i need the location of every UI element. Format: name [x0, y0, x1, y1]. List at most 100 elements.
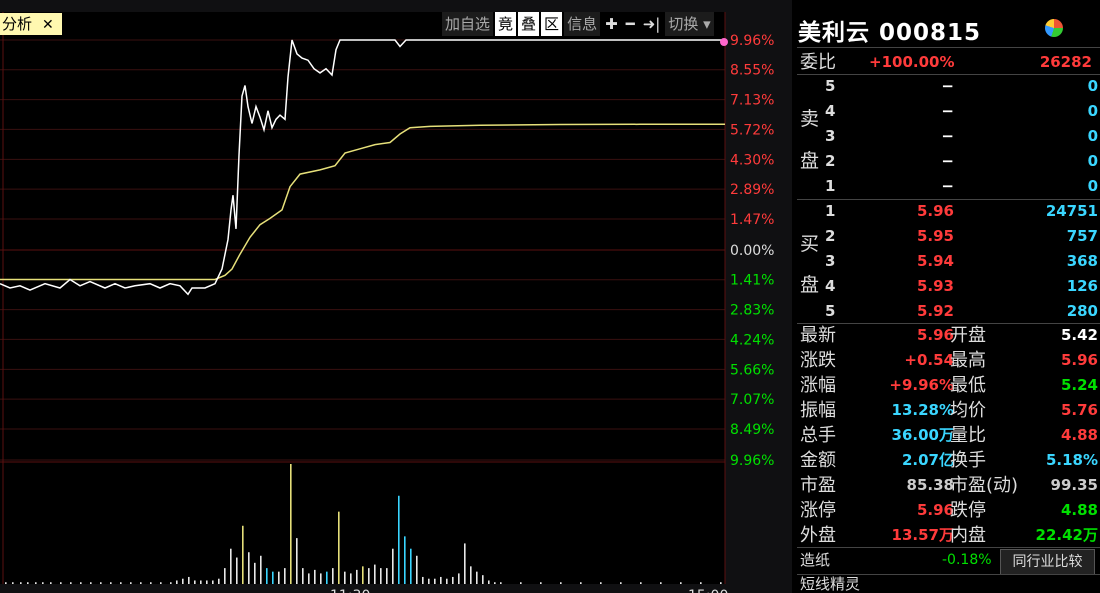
volume-bar: [212, 580, 214, 584]
sell-order-row: 2 − 0: [792, 149, 1100, 174]
volume-bar: [5, 582, 7, 584]
volume-bar: [236, 557, 238, 584]
buy-price: 5.95: [916, 227, 954, 245]
buy-price: 5.92: [916, 302, 954, 320]
volume-bar: [600, 582, 602, 584]
stat-label: 内盘: [950, 525, 986, 546]
sell-level: 2: [825, 152, 836, 170]
sell-order-row: 4 − 0: [792, 99, 1100, 124]
stat-value: 5.96: [916, 326, 954, 344]
stat-value: 5.76: [1060, 401, 1098, 419]
volume-bar: [660, 582, 662, 584]
stat-label: 跌停: [950, 500, 986, 521]
toolbar-info-button[interactable]: 信息: [564, 12, 601, 36]
sell-order-row: 3 − 0: [792, 124, 1100, 149]
buy-price: 5.94: [916, 252, 954, 270]
volume-bar: [386, 568, 388, 584]
volume-bar: [640, 582, 642, 584]
volume-bar: [332, 568, 334, 584]
stat-row: 市盈 85.38 市盈(动) 99.35: [792, 473, 1100, 498]
y-axis-label: 5.66%: [730, 362, 774, 378]
stat-label: 最高: [950, 350, 986, 371]
buy-order-row: 5 5.92 280: [792, 299, 1100, 324]
volume-bar: [452, 576, 454, 584]
volume-bar: [170, 582, 172, 584]
volume-bar: [182, 578, 184, 584]
toolbar-zoom-out-button[interactable]: ━: [622, 12, 638, 36]
stat-label: 换手: [950, 450, 986, 471]
close-icon[interactable]: ✕: [42, 17, 54, 33]
toolbar-switch-button[interactable]: 切换 ▾: [665, 12, 714, 36]
short-term-signal-tab[interactable]: 短线精灵: [800, 575, 860, 593]
stat-label: 最低: [950, 375, 986, 396]
sell-price: −: [941, 152, 954, 170]
toolbar-overlay-button[interactable]: 叠: [518, 12, 540, 36]
buy-price: 5.93: [916, 277, 954, 295]
y-axis-label: 1.47%: [730, 212, 774, 228]
y-axis-label: 8.55%: [730, 63, 774, 79]
volume-bar: [700, 582, 702, 584]
commission-diff: 26282: [1039, 53, 1092, 71]
stat-label: 均价: [950, 400, 986, 421]
buy-volume: 757: [1066, 227, 1098, 245]
volume-bar: [374, 564, 376, 584]
volume-bar: [70, 582, 72, 584]
sell-price: −: [941, 177, 954, 195]
volume-bar: [620, 582, 622, 584]
volume-bar: [428, 578, 430, 584]
sell-volume: 0: [1087, 102, 1098, 120]
buy-level: 5: [825, 302, 836, 320]
sell-price: −: [941, 127, 954, 145]
volume-bar: [362, 566, 364, 584]
toolbar-jump-end-button[interactable]: ➜|: [639, 12, 664, 36]
y-axis-label: 9.96%: [730, 453, 774, 469]
industry-compare-button[interactable]: 同行业比较: [1000, 549, 1095, 575]
analysis-tab[interactable]: 分析 ✕: [0, 13, 62, 35]
y-axis-label: 4.24%: [730, 332, 774, 348]
stat-value: 4.88: [1060, 426, 1098, 444]
stat-value: 5.96: [1060, 351, 1098, 369]
volume-bar: [27, 582, 29, 584]
stat-row: 外盘 13.57万 内盘 22.42万: [792, 523, 1100, 548]
buy-level: 2: [825, 227, 836, 245]
pie-chart-icon[interactable]: [1045, 19, 1063, 37]
buy-level: 3: [825, 252, 836, 270]
buy-volume: 24751: [1045, 202, 1098, 220]
volume-bar: [230, 548, 232, 584]
volume-bar: [194, 580, 196, 584]
x-axis-label: 15:00: [688, 588, 728, 593]
stat-value: 5.24: [1060, 376, 1098, 394]
stat-label: 市盈(动): [950, 475, 1019, 496]
volume-bar: [224, 568, 226, 584]
stat-value: 5.18%: [1045, 451, 1098, 469]
sell-order-row: 5 − 0: [792, 74, 1100, 99]
stat-label: 开盘: [950, 325, 986, 346]
intraday-chart[interactable]: 9.96% 8.55% 7.13% 5.72% 4.30% 2.89% 1.47% 0.00%…: [0, 0, 792, 593]
toolbar-add-watchlist-button[interactable]: 加自选: [442, 12, 494, 36]
y-axis-label: 0.00%: [730, 243, 774, 259]
sell-price: −: [941, 102, 954, 120]
volume-bar: [60, 582, 62, 584]
volume-bar: [150, 582, 152, 584]
volume-bar: [42, 582, 44, 584]
industry-change: -0.18%: [942, 552, 992, 568]
stat-value: +9.96%: [889, 376, 954, 394]
volume-bar: [80, 582, 82, 584]
stat-row: 振幅 13.28% 均价 5.76: [792, 398, 1100, 423]
volume-bar: [320, 573, 322, 584]
volume-bar: [458, 573, 460, 584]
toolbar-zoom-in-button[interactable]: ✚: [602, 12, 621, 36]
volume-bar: [392, 548, 394, 584]
stat-row: 涨跌 +0.54 最高 5.96: [792, 348, 1100, 373]
chart-toolbar: 加自选竟叠区信息 ✚ ━ ➜| 切换 ▾: [442, 12, 714, 36]
volume-bar: [314, 569, 316, 584]
volume-bar: [90, 582, 92, 584]
stat-value: 2.07亿: [901, 451, 954, 469]
stat-value: +0.54: [904, 351, 954, 369]
toolbar-bid-button[interactable]: 竟: [495, 12, 517, 36]
volume-bar: [12, 582, 14, 584]
volume-bar: [446, 578, 448, 584]
sell-volume: 0: [1087, 127, 1098, 145]
volume-bar: [248, 552, 250, 584]
toolbar-zone-button[interactable]: 区: [541, 12, 563, 36]
